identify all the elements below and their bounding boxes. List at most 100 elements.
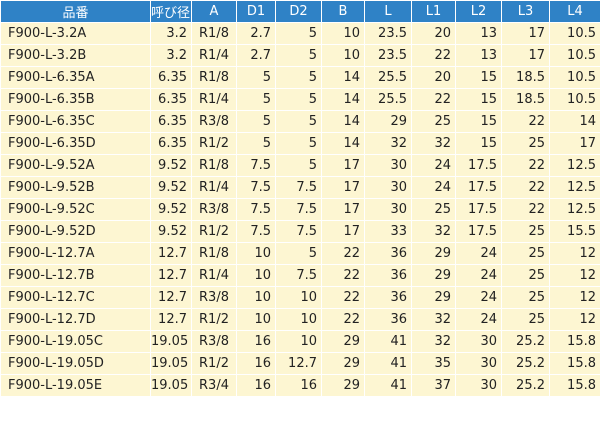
cell-l1: 32 [411,132,456,155]
cell-l4: 10.5 [549,44,600,67]
table-row: F900-L-6.35D 6.35 R1/2 5 5 14 32 32 15 25 17 [0,132,600,155]
cell-l4: 12 [549,264,600,287]
cell-l4: 15.8 [549,352,600,375]
cell-l3: 18.5 [501,66,550,89]
cell-l3: 25 [501,286,550,309]
table-row: F900-L-12.7A 12.7 R1/8 10 5 22 36 29 24 25 12 [0,242,600,265]
cell-l2: 15 [455,110,502,133]
table-body: F900-L-3.2A 3.2 R1/8 2.7 5 10 23.5 20 13 17 10.5 F9… [0,22,600,397]
cell-d2: 5 [275,22,322,45]
cell-d1: 10 [236,286,276,309]
cell-part-number: F900-L-6.35D [0,132,151,155]
cell-nominal-diameter: 19.05 [150,374,192,397]
cell-nominal-diameter: 12.7 [150,286,192,309]
cell-l3: 22 [501,110,550,133]
cell-l2: 24 [455,286,502,309]
cell-l2: 17.5 [455,176,502,199]
cell-part-number: F900-L-9.52B [0,176,151,199]
cell-l1: 20 [411,66,456,89]
table-row: F900-L-6.35B 6.35 R1/4 5 5 14 25.5 22 15 18.5 10.5 [0,88,600,111]
table-row: F900-L-12.7C 12.7 R3/8 10 10 22 36 29 24 25 12 [0,286,600,309]
cell-d2: 16 [275,374,322,397]
cell-a: R3/8 [191,110,237,133]
cell-l2: 15 [455,132,502,155]
cell-nominal-diameter: 12.7 [150,308,192,331]
cell-nominal-diameter: 3.2 [150,44,192,67]
cell-a: R1/4 [191,264,237,287]
cell-part-number: F900-L-9.52D [0,220,151,243]
cell-b: 17 [321,220,365,243]
cell-d1: 2.7 [236,22,276,45]
cell-b: 14 [321,88,365,111]
cell-b: 22 [321,264,365,287]
cell-b: 10 [321,44,365,67]
cell-l3: 25 [501,242,550,265]
cell-d2: 5 [275,132,322,155]
table-row: F900-L-6.35C 6.35 R3/8 5 5 14 29 25 15 22 14 [0,110,600,133]
cell-l2: 24 [455,264,502,287]
column-header-l2: L2 [455,0,502,23]
cell-a: R3/8 [191,286,237,309]
cell-d2: 10 [275,308,322,331]
cell-d1: 10 [236,264,276,287]
column-header-l: L [364,0,412,23]
column-header-b: B [321,0,365,23]
cell-l: 36 [364,264,412,287]
cell-a: R3/8 [191,198,237,221]
table-row: F900-L-12.7D 12.7 R1/2 10 10 22 36 32 24 25 12 [0,308,600,331]
column-header-l1: L1 [411,0,456,23]
cell-l3: 25 [501,132,550,155]
cell-d1: 10 [236,242,276,265]
cell-d2: 7.5 [275,176,322,199]
cell-d1: 16 [236,352,276,375]
cell-nominal-diameter: 9.52 [150,198,192,221]
cell-nominal-diameter: 9.52 [150,154,192,177]
cell-l4: 15.8 [549,330,600,353]
cell-nominal-diameter: 3.2 [150,22,192,45]
cell-l3: 18.5 [501,88,550,111]
cell-l4: 12 [549,242,600,265]
cell-l3: 25 [501,220,550,243]
cell-a: R1/2 [191,132,237,155]
cell-part-number: F900-L-19.05E [0,374,151,397]
cell-l: 33 [364,220,412,243]
cell-nominal-diameter: 19.05 [150,352,192,375]
cell-d1: 7.5 [236,154,276,177]
cell-l3: 25 [501,264,550,287]
cell-a: R1/4 [191,88,237,111]
cell-l1: 29 [411,242,456,265]
cell-l2: 17.5 [455,198,502,221]
table-row: F900-L-19.05E 19.05 R3/4 16 16 29 41 37 30 25.2 15… [0,374,600,397]
cell-part-number: F900-L-3.2B [0,44,151,67]
table-row: F900-L-9.52D 9.52 R1/2 7.5 7.5 17 33 32 17.5 25 15… [0,220,600,243]
cell-b: 22 [321,286,365,309]
cell-l1: 29 [411,286,456,309]
table-row: F900-L-9.52B 9.52 R1/4 7.5 7.5 17 30 24 17.5 22 12… [0,176,600,199]
cell-l: 23.5 [364,22,412,45]
cell-nominal-diameter: 6.35 [150,110,192,133]
cell-nominal-diameter: 6.35 [150,88,192,111]
cell-nominal-diameter: 6.35 [150,132,192,155]
cell-a: R1/8 [191,66,237,89]
cell-a: R1/2 [191,308,237,331]
cell-l4: 15.8 [549,374,600,397]
spec-table: 品番 呼び径D A D1 D2 B L L1 L2 L3 L4 F900-L-3… [0,0,600,397]
column-header-d1: D1 [236,0,276,23]
cell-b: 22 [321,242,365,265]
cell-d1: 7.5 [236,176,276,199]
cell-nominal-diameter: 12.7 [150,242,192,265]
cell-l3: 22 [501,154,550,177]
cell-d1: 2.7 [236,44,276,67]
cell-l1: 29 [411,264,456,287]
cell-l3: 17 [501,44,550,67]
cell-l4: 10.5 [549,66,600,89]
cell-part-number: F900-L-6.35B [0,88,151,111]
cell-l1: 32 [411,308,456,331]
cell-a: R1/8 [191,22,237,45]
cell-part-number: F900-L-6.35A [0,66,151,89]
cell-l4: 10.5 [549,88,600,111]
table-row: F900-L-19.05C 19.05 R3/8 16 10 29 41 32 30 25.2 15… [0,330,600,353]
cell-d1: 16 [236,330,276,353]
cell-l4: 12 [549,286,600,309]
cell-d2: 5 [275,154,322,177]
